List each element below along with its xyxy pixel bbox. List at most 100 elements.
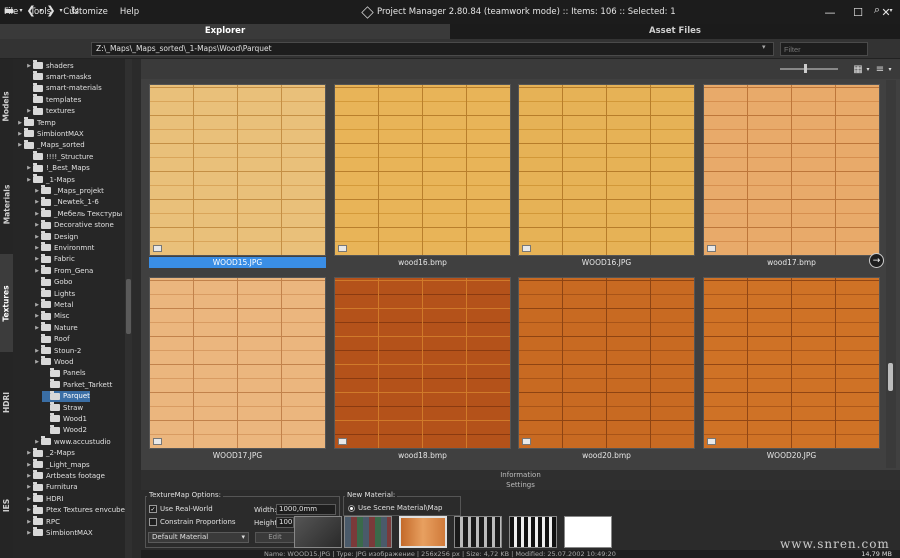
expand-arrow-icon[interactable]: ▶ [25, 484, 33, 490]
tree-item[interactable]: ▶ _Maps_projekt [33, 185, 104, 196]
tree-item[interactable]: ▶ From_Gena [33, 265, 93, 276]
tree-item[interactable]: smart-materials [25, 82, 102, 94]
tab-explorer[interactable]: Explorer [0, 24, 450, 39]
expand-arrow-icon[interactable]: ▶ [33, 359, 41, 365]
expand-arrow-icon[interactable]: ▶ [25, 496, 33, 502]
tree-item[interactable]: Gobo [33, 276, 72, 288]
material-preview-3[interactable] [399, 516, 447, 548]
thumbnail-filename[interactable]: wood16.bmp [334, 257, 511, 268]
expand-arrow-icon[interactable]: ▶ [33, 211, 41, 217]
expand-arrow-icon[interactable]: ▶ [33, 302, 41, 308]
thumbnail-filename[interactable]: wood20.bmp [518, 450, 695, 461]
tree-item[interactable]: ▶ !_Best_Maps [25, 162, 90, 174]
expand-arrow-icon[interactable]: ▶ [33, 313, 41, 319]
tree-item[interactable]: ▶ Furnitura [25, 481, 78, 493]
constrain-proportions-checkbox[interactable]: Constrain Proportions [149, 518, 236, 526]
tree-item[interactable]: ▶ _2-Maps [25, 447, 75, 459]
side-tab-hdri[interactable]: HDRI [0, 352, 13, 452]
expand-arrow-icon[interactable]: ▶ [33, 234, 41, 240]
expand-arrow-icon[interactable]: ▶ [16, 142, 24, 148]
tree-item[interactable]: ▶ Artbeats footage [25, 470, 105, 481]
thumbnail-filename[interactable]: WOOD20.JPG [703, 450, 880, 461]
minimize-button[interactable]: — [816, 0, 844, 24]
tree-item[interactable]: ▶ _Мебель Текстуры [33, 208, 122, 219]
tree-item[interactable]: ▶ HDRI [25, 493, 64, 504]
expand-arrow-icon[interactable]: ▶ [25, 108, 33, 114]
tab-asset-files[interactable]: Asset Files [450, 24, 900, 39]
settings-panel-header[interactable]: Settings [141, 480, 900, 490]
filter-input[interactable] [780, 42, 868, 56]
expand-arrow-icon[interactable]: ▶ [33, 256, 41, 262]
path-input[interactable]: Z:\_Maps\_Maps_sorted\_1-Maps\Wood\Parqu… [91, 42, 774, 56]
expand-arrow-icon[interactable]: ▶ [25, 530, 33, 536]
tree-item[interactable]: ▶ Decorative stone [33, 219, 114, 231]
sort-dropdown-icon[interactable]: ▾ [884, 63, 896, 75]
tree-item[interactable]: Panels [42, 367, 86, 379]
thumbnail-filename[interactable]: WOOD16.JPG [518, 257, 695, 268]
texture-thumbnail[interactable] [518, 277, 695, 449]
tree-item[interactable]: ▶ SimbiontMAX [25, 527, 93, 538]
expand-arrow-icon[interactable]: ▶ [33, 348, 41, 354]
edit-button[interactable]: Edit [255, 532, 295, 543]
thumbnail-filename[interactable]: wood18.bmp [334, 450, 511, 461]
expand-arrow-icon[interactable]: ▶ [16, 131, 24, 137]
tree-item[interactable]: ▶ textures [25, 105, 75, 117]
tree-scrollbar[interactable] [125, 59, 132, 558]
search-dropdown-icon[interactable]: ▾ [884, 2, 898, 18]
tree-item[interactable]: ▶ SimbiontMAX [16, 128, 84, 139]
material-preview-2[interactable] [344, 516, 392, 548]
tree-item[interactable]: !!!!_Structure [25, 151, 93, 162]
refresh-icon[interactable]: ↻ [68, 2, 82, 18]
texture-thumbnail[interactable] [149, 277, 326, 449]
texture-thumbnail[interactable] [334, 277, 511, 449]
menu-help[interactable]: Help [114, 7, 145, 17]
material-select[interactable]: Default Material ▾ [148, 532, 249, 543]
expand-arrow-icon[interactable]: ▶ [33, 188, 41, 194]
expand-arrow-icon[interactable]: ▶ [33, 245, 41, 251]
tree-item[interactable]: ▶ RPC [25, 516, 60, 527]
expand-arrow-icon[interactable]: ▶ [33, 199, 41, 205]
tree-item[interactable]: templates [25, 94, 81, 105]
tree-item[interactable]: ▶ _1-Maps [25, 174, 75, 185]
side-tab-materials[interactable]: Materials [0, 154, 13, 254]
tree-item[interactable]: ▶ Misc [33, 310, 69, 322]
tree-item[interactable]: ▶ Nature [33, 322, 78, 333]
material-preview-1[interactable] [294, 516, 342, 548]
side-tab-models[interactable]: Models [0, 59, 13, 154]
texture-thumbnail[interactable] [334, 84, 511, 256]
content-scrollbar[interactable] [886, 80, 896, 468]
view-dropdown-icon[interactable]: ▾ [862, 63, 874, 75]
material-preview-6[interactable] [564, 516, 612, 548]
search-icon[interactable]: ⌕ [870, 2, 884, 18]
tree-item[interactable]: smart-masks [25, 71, 91, 82]
material-preview-4[interactable] [454, 516, 502, 548]
tree-item[interactable]: ▶ Environmnt [33, 242, 94, 253]
use-real-world-checkbox[interactable]: ✓ Use Real-World [149, 505, 213, 513]
forward-dropdown-icon[interactable]: ▾ [54, 2, 68, 18]
width-field[interactable]: 1000,0mm [276, 504, 336, 515]
zoom-slider-handle[interactable] [804, 64, 807, 73]
tree-item[interactable]: ▶ Stoun-2 [33, 345, 81, 356]
tree-item[interactable]: Wood1 [42, 413, 87, 424]
thumbnail-filename[interactable]: WOOD15.JPG [149, 257, 326, 268]
expand-arrow-icon[interactable]: ▶ [25, 177, 33, 183]
use-scene-material-radio[interactable]: Use Scene Material\Map [348, 504, 442, 512]
expand-arrow-icon[interactable]: ▶ [25, 473, 33, 479]
expand-arrow-icon[interactable]: ▶ [16, 120, 24, 126]
tree-item[interactable]: ▶ Design [33, 231, 78, 242]
content-scrollbar-thumb[interactable] [888, 363, 893, 391]
expand-arrow-icon[interactable]: ▶ [25, 507, 33, 513]
side-tab-textures[interactable]: Textures [0, 254, 13, 352]
tree-item[interactable]: ▶ _Light_maps [25, 459, 90, 470]
path-dropdown-icon[interactable]: ▾ [762, 43, 766, 51]
expand-arrow-icon[interactable]: ▶ [33, 222, 41, 228]
expand-arrow-icon[interactable]: ▶ [33, 325, 41, 331]
tree-item[interactable]: ▶ www.accustudio [33, 436, 111, 447]
tree-item[interactable]: Roof [33, 333, 70, 345]
tree-item[interactable]: Parquet [42, 390, 90, 402]
texture-thumbnail[interactable] [703, 84, 880, 256]
texture-thumbnail[interactable] [518, 84, 695, 256]
expand-arrow-icon[interactable]: ▶ [25, 63, 33, 69]
tree-item[interactable]: ▶ shaders [25, 60, 74, 71]
expand-arrow-icon[interactable]: ▶ [25, 462, 33, 468]
